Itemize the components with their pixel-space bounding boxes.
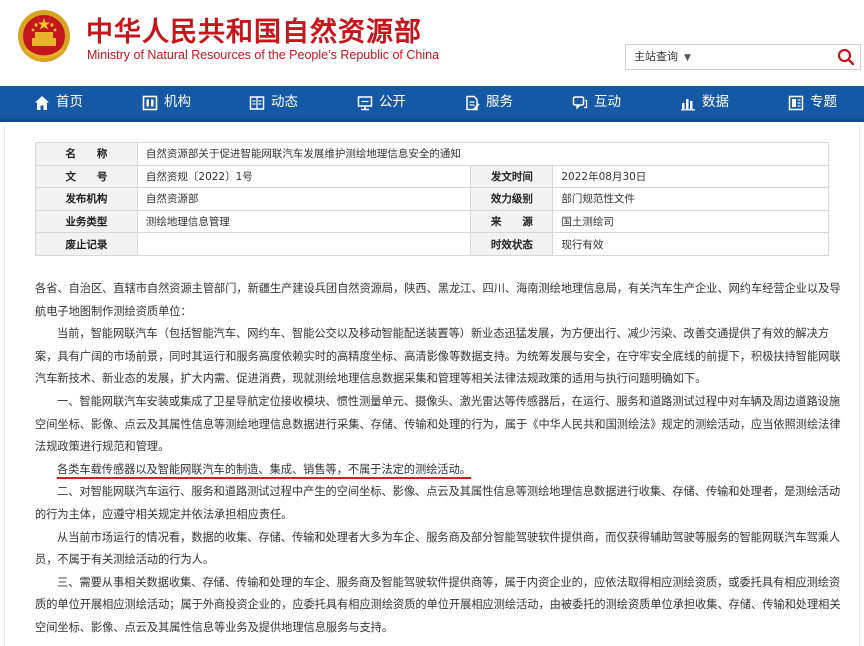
nav-item-home[interactable]: 首页 (34, 86, 83, 119)
table-row: 名 称 自然资源部关于促进智能网联汽车发展维护测绘地理信息安全的通知 (35, 142, 830, 166)
table-row: 业务类型 测绘地理信息管理 来 源 国土测绘司 (35, 209, 829, 234)
document-meta-table: 名 称 自然资源部关于促进智能网联汽车发展维护测绘地理信息安全的通知 文 号 自… (35, 142, 830, 256)
news-icon (249, 95, 265, 110)
meta-label-source: 来 源 (470, 209, 554, 234)
meta-label-repeal: 废止记录 (35, 232, 138, 256)
meta-value-repeal (136, 232, 472, 256)
national-emblem-icon[interactable] (16, 8, 72, 64)
site-header: 中华人民共和国自然资源部 Ministry of Natural Resourc… (0, 0, 864, 86)
search-scope-dropdown[interactable]: 主站查询 ▼ (626, 45, 718, 69)
nav-label: 公开 (379, 94, 406, 110)
site-subtitle: Ministry of Natural Resources of the Peo… (87, 48, 440, 62)
nav-item-interaction[interactable]: 互动 (572, 86, 621, 119)
nav-item-organization[interactable]: 机构 (142, 86, 191, 119)
service-icon (466, 95, 480, 110)
nav-label: 首页 (56, 94, 83, 110)
home-icon (35, 95, 49, 110)
article-paragraph: 各类车载传感器以及智能网联汽车的制造、集成、销售等，不属于法定的测绘活动。 (35, 459, 847, 482)
meta-value-source: 国土测绘司 (552, 209, 829, 234)
meta-value-issuer: 自然资源部 (136, 187, 472, 211)
disclosure-icon (357, 95, 373, 110)
article-paragraph: 各省、自治区、直辖市自然资源主管部门，新疆生产建设兵团自然资源局，陕西、黑龙江、… (35, 282, 841, 318)
topic-icon (788, 95, 804, 110)
article-paragraph: 当前，智能网联汽车（包括智能汽车、网约车、智能公交以及移动智能配送装置等）新业态… (35, 327, 841, 386)
meta-label-issuer: 发布机构 (35, 187, 138, 211)
nav-item-disclosure[interactable]: 公开 (357, 86, 406, 119)
meta-label-name: 名 称 (35, 142, 138, 166)
search-input[interactable] (718, 45, 828, 69)
article-body: 各省、自治区、直辖市自然资源主管部门，新疆生产建设兵团自然资源局，陕西、黑龙江、… (35, 278, 847, 640)
article-paragraph: 三、需要从事相关数据收集、存储、传输和处理的车企、服务商及智能驾驶软件提供商等，… (35, 575, 841, 634)
meta-label-business-type: 业务类型 (35, 209, 138, 234)
table-row: 废止记录 时效状态 现行有效 (35, 232, 829, 256)
meta-label-issue-date: 发文时间 (470, 164, 554, 189)
meta-label-validity-level: 效力级别 (470, 187, 554, 211)
article-paragraph: 一、智能网联汽车安装或集成了卫星导航定位接收模块、惯性测量单元、摄像头、激光雷达… (35, 394, 841, 454)
caret-down-icon: ▼ (684, 53, 691, 63)
search-scope-label: 主站查询 (634, 50, 678, 63)
chart-icon (681, 98, 695, 110)
nav-label: 数据 (702, 94, 729, 110)
meta-value-doc-no: 自然资规〔2022〕1号 (136, 164, 472, 189)
main-nav: 首页 机构 动态 公开 服务 互动 数据 专题 (0, 86, 864, 122)
nav-label: 互动 (594, 94, 621, 110)
table-row: 文 号 自然资规〔2022〕1号 发文时间 2022年08月30日 (35, 164, 829, 189)
article-paragraph: 二、对智能网联汽车运行、服务和道路测试过程中产生的空间坐标、影像、点云及其属性信… (35, 485, 841, 521)
content-area: 名 称 自然资源部关于促进智能网联汽车发展维护测绘地理信息安全的通知 文 号 自… (4, 126, 860, 646)
meta-value-validity-level: 部门规范性文件 (552, 187, 829, 211)
nav-item-service[interactable]: 服务 (464, 86, 513, 119)
search-icon (837, 48, 855, 66)
nav-label: 动态 (271, 94, 298, 110)
site-title[interactable]: 中华人民共和国自然资源部 (86, 10, 422, 49)
meta-label-status: 时效状态 (470, 232, 554, 256)
nav-label: 专题 (810, 94, 837, 110)
search-button[interactable] (836, 47, 856, 67)
nav-item-topic[interactable]: 专题 (788, 86, 837, 119)
nav-label: 服务 (486, 94, 513, 110)
chat-icon (572, 95, 588, 110)
meta-value-business-type: 测绘地理信息管理 (136, 209, 472, 234)
nav-item-news[interactable]: 动态 (249, 86, 298, 119)
search-box: 主站查询 ▼ (625, 44, 861, 70)
article-paragraph: 从当前市场运行的情况看，数据的收集、存储、传输和处理者大多为车企、服务商及部分智… (35, 530, 841, 567)
nav-item-data[interactable]: 数据 (680, 86, 729, 119)
meta-value-status: 现行有效 (552, 232, 829, 256)
table-row: 发布机构 自然资源部 效力级别 部门规范性文件 (35, 187, 829, 211)
organization-icon (142, 95, 158, 110)
nav-label: 机构 (164, 94, 191, 110)
highlighted-sentence: 各类车载传感器以及智能网联汽车的制造、集成、销售等，不属于法定的测绘活动。 (57, 462, 471, 479)
meta-value-name: 自然资源部关于促进智能网联汽车发展维护测绘地理信息安全的通知 (136, 142, 830, 166)
meta-value-issue-date: 2022年08月30日 (552, 164, 829, 189)
meta-label-doc-no: 文 号 (35, 164, 138, 189)
